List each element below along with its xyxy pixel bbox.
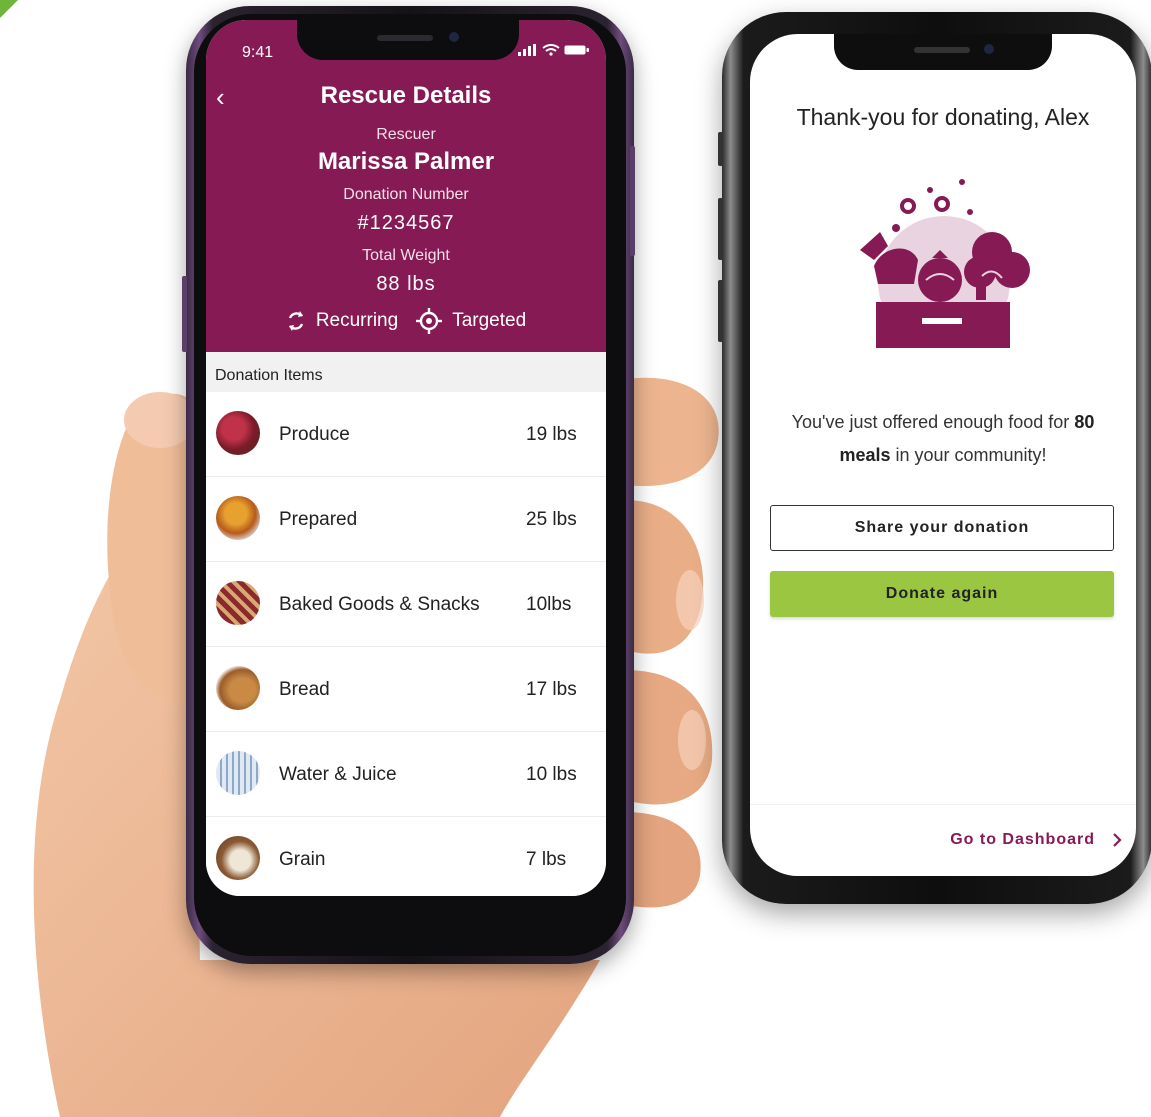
item-name: Prepared <box>279 509 358 530</box>
tag-targeted: Targeted <box>416 308 526 334</box>
rescuer-name: Marissa Palmer <box>317 148 495 175</box>
right-phone-screen: Thank-you for donating, Alex You've just… <box>750 34 1136 876</box>
item-weight: 17 lbs <box>526 679 577 700</box>
total-weight: 88 lbs <box>376 273 436 295</box>
item-weight: 25 lbs <box>526 509 577 530</box>
recurring-icon <box>288 311 303 331</box>
item-weight: 19 lbs <box>526 424 577 445</box>
left-phone-screen: 9:41 ‹ Rescue Details Rescuer Marissa Pa… <box>206 20 606 896</box>
item-name: Produce <box>279 424 350 445</box>
donate-again-button[interactable]: Donate again <box>770 571 1114 617</box>
right-phone-mute-button <box>718 132 723 166</box>
footer-divider <box>750 804 1136 805</box>
impact-meals-word: meals <box>839 445 891 465</box>
food-box-illustration <box>860 179 1030 348</box>
produce-thumb-icon <box>216 411 260 455</box>
rescuer-label: Rescuer <box>376 126 436 143</box>
page-title: Rescue Details <box>320 82 492 109</box>
left-phone-power-button <box>630 146 635 256</box>
rescue-header: 9:41 ‹ Rescue Details Rescuer Marissa Pa… <box>206 20 606 352</box>
tag-recurring-label: Recurring <box>315 310 399 331</box>
water-juice-thumb-icon <box>216 751 260 795</box>
go-to-dashboard-label: Go to Dashboard <box>950 831 1095 848</box>
left-phone-volume-button <box>182 276 187 352</box>
wifi-icon <box>542 44 560 56</box>
item-weight: 7 lbs <box>526 849 567 870</box>
item-name: Baked Goods & Snacks <box>279 594 480 615</box>
go-to-dashboard-link[interactable]: Go to Dashboard <box>950 831 1122 849</box>
item-name: Water & Juice <box>279 764 397 785</box>
impact-message-post: in your community! <box>895 445 1047 465</box>
item-name: Grain <box>279 849 326 870</box>
section-title: Donation Items <box>206 352 606 392</box>
share-donation-button[interactable]: Share your donation <box>770 505 1114 551</box>
donation-item-baked-goods[interactable]: Baked Goods & Snacks 10lbs <box>206 562 606 647</box>
chevron-right-icon <box>1113 833 1122 847</box>
impact-meals-count: 80 <box>1074 412 1095 432</box>
baked-goods-thumb-icon <box>216 581 260 625</box>
donation-number-label: Donation Number <box>343 186 469 203</box>
left-phone-notch <box>297 20 519 60</box>
donation-item-water-juice[interactable]: Water & Juice 10 lbs <box>206 732 606 817</box>
impact-message: You've just offered enough food for 80 m… <box>768 406 1118 472</box>
donation-number: #1234567 <box>357 212 455 234</box>
donation-item-grain[interactable]: Grain 7 lbs <box>206 817 606 896</box>
battery-icon <box>564 45 589 55</box>
right-phone-volume-up-button <box>718 198 723 260</box>
tag-recurring: Recurring <box>286 308 398 334</box>
thank-you-title: Thank-you for donating, Alex <box>796 104 1090 130</box>
donation-item-produce[interactable]: Produce 19 lbs <box>206 392 606 477</box>
status-time: 9:41 <box>242 44 274 61</box>
right-phone-notch <box>834 34 1052 70</box>
right-phone-volume-down-button <box>718 280 723 342</box>
prepared-thumb-icon <box>216 496 260 540</box>
total-weight-label: Total Weight <box>362 247 450 264</box>
donation-item-prepared[interactable]: Prepared 25 lbs <box>206 477 606 562</box>
status-icons <box>518 44 590 56</box>
corner-accent <box>0 0 18 18</box>
bread-thumb-icon <box>216 666 260 710</box>
item-weight: 10 lbs <box>526 764 577 785</box>
signal-icon <box>518 44 536 56</box>
grain-thumb-icon <box>216 836 260 880</box>
item-name: Bread <box>279 679 330 700</box>
impact-message-pre: You've just offered enough food for <box>791 412 1070 432</box>
tag-targeted-label: Targeted <box>452 310 527 331</box>
target-icon <box>416 308 443 334</box>
donation-tags: Recurring Targeted <box>206 308 606 334</box>
donation-items-list: Produce 19 lbs Prepared 25 lbs Baked Goo… <box>206 392 606 896</box>
donation-item-bread[interactable]: Bread 17 lbs <box>206 647 606 732</box>
item-weight: 10lbs <box>526 594 572 615</box>
